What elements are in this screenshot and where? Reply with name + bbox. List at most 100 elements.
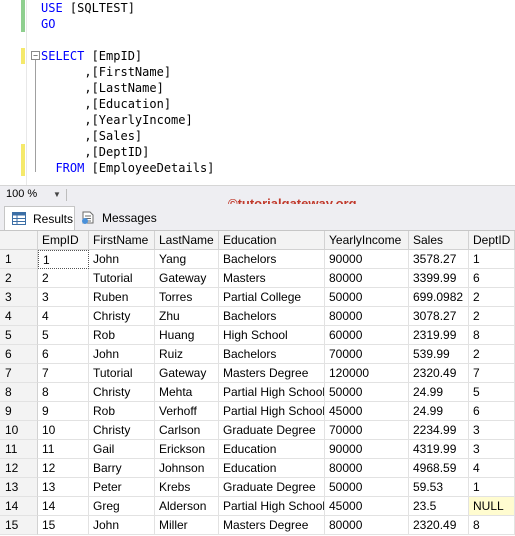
grid-cell[interactable]: 4 <box>469 459 515 478</box>
grid-cell[interactable]: 60000 <box>325 326 409 345</box>
grid-cell[interactable]: John <box>89 345 155 364</box>
column-header-sales[interactable]: Sales <box>409 231 469 250</box>
grid-cell[interactable]: 2 <box>469 288 515 307</box>
grid-corner[interactable] <box>0 231 38 250</box>
grid-cell[interactable]: Gateway <box>155 269 219 288</box>
grid-cell[interactable]: 15 <box>38 516 89 535</box>
code-line[interactable]: FROM [EmployeeDetails] <box>41 160 214 176</box>
row-number[interactable]: 9 <box>0 402 38 421</box>
row-number[interactable]: 14 <box>0 497 38 516</box>
grid-cell[interactable]: John <box>89 516 155 535</box>
grid-cell[interactable]: 45000 <box>325 402 409 421</box>
grid-cell[interactable]: 1 <box>469 250 515 269</box>
grid-cell[interactable]: 3 <box>469 440 515 459</box>
row-number[interactable]: 15 <box>0 516 38 535</box>
grid-cell[interactable]: 6 <box>469 402 515 421</box>
grid-cell[interactable]: Gail <box>89 440 155 459</box>
column-header-deptid[interactable]: DeptID <box>469 231 515 250</box>
row-number[interactable]: 5 <box>0 326 38 345</box>
grid-cell[interactable]: 2 <box>469 307 515 326</box>
row-number[interactable]: 6 <box>0 345 38 364</box>
row-number[interactable]: 7 <box>0 364 38 383</box>
grid-cell[interactable]: Masters <box>219 269 325 288</box>
grid-cell[interactable]: High School <box>219 326 325 345</box>
grid-cell[interactable]: 80000 <box>325 516 409 535</box>
tab-results[interactable]: Results <box>4 206 75 231</box>
grid-cell[interactable]: Barry <box>89 459 155 478</box>
grid-cell[interactable]: 8 <box>469 326 515 345</box>
grid-cell[interactable]: Erickson <box>155 440 219 459</box>
grid-cell[interactable]: 7 <box>469 364 515 383</box>
grid-cell[interactable]: Yang <box>155 250 219 269</box>
grid-cell[interactable]: 10 <box>38 421 89 440</box>
grid-cell[interactable]: 50000 <box>325 288 409 307</box>
grid-cell[interactable]: Greg <box>89 497 155 516</box>
grid-cell[interactable]: 80000 <box>325 269 409 288</box>
grid-cell[interactable]: Partial High School <box>219 383 325 402</box>
grid-cell[interactable]: 80000 <box>325 459 409 478</box>
grid-cell[interactable]: 5 <box>469 383 515 402</box>
grid-cell[interactable]: 13 <box>38 478 89 497</box>
grid-cell[interactable]: Bachelors <box>219 345 325 364</box>
code-line[interactable]: GO <box>41 16 55 32</box>
code-line[interactable]: USE [SQLTEST] <box>41 0 135 16</box>
results-grid[interactable]: EmpID FirstName LastName Education YearlyInc… <box>0 230 515 536</box>
grid-cell[interactable]: Peter <box>89 478 155 497</box>
grid-cell[interactable]: Carlson <box>155 421 219 440</box>
grid-cell[interactable]: 2 <box>38 269 89 288</box>
grid-cell[interactable]: 24.99 <box>409 402 469 421</box>
row-number[interactable]: 12 <box>0 459 38 478</box>
row-number[interactable]: 11 <box>0 440 38 459</box>
grid-cell[interactable]: 5 <box>38 326 89 345</box>
grid-cell[interactable]: 4 <box>38 307 89 326</box>
grid-cell[interactable]: Miller <box>155 516 219 535</box>
grid-cell[interactable]: 2320.49 <box>409 516 469 535</box>
grid-cell[interactable]: 3 <box>469 421 515 440</box>
grid-cell[interactable]: 23.5 <box>409 497 469 516</box>
grid-cell[interactable]: Rob <box>89 402 155 421</box>
grid-cell[interactable]: Rob <box>89 326 155 345</box>
zoom-dropdown-chevron-icon[interactable]: ▼ <box>50 187 64 202</box>
grid-cell[interactable]: 70000 <box>325 345 409 364</box>
grid-cell[interactable]: 6 <box>469 269 515 288</box>
code-line[interactable]: ,[FirstName] <box>41 64 171 80</box>
row-number[interactable]: 8 <box>0 383 38 402</box>
code-line[interactable]: SELECT [EmpID] <box>41 48 142 64</box>
code-line[interactable]: ,[DeptID] <box>41 144 149 160</box>
grid-cell[interactable]: 50000 <box>325 383 409 402</box>
grid-cell[interactable]: Partial College <box>219 288 325 307</box>
grid-cell[interactable]: 12 <box>38 459 89 478</box>
grid-cell[interactable]: 2319.99 <box>409 326 469 345</box>
grid-cell[interactable]: Education <box>219 459 325 478</box>
grid-cell[interactable]: 9 <box>38 402 89 421</box>
grid-cell[interactable]: Mehta <box>155 383 219 402</box>
grid-cell[interactable]: 11 <box>38 440 89 459</box>
row-number[interactable]: 2 <box>0 269 38 288</box>
grid-cell[interactable]: Masters Degree <box>219 364 325 383</box>
grid-cell[interactable]: 8 <box>469 516 515 535</box>
query-editor[interactable]: − USE [SQLTEST] GO SELECT [EmpID] ,[FirstN… <box>0 0 515 185</box>
grid-cell[interactable]: Tutorial <box>89 364 155 383</box>
grid-cell[interactable]: Partial High School <box>219 497 325 516</box>
grid-cell[interactable]: 3399.99 <box>409 269 469 288</box>
grid-cell[interactable]: 699.0982 <box>409 288 469 307</box>
grid-cell[interactable]: 3 <box>38 288 89 307</box>
grid-cell[interactable]: Masters Degree <box>219 516 325 535</box>
row-number[interactable]: 3 <box>0 288 38 307</box>
code-line[interactable]: ,[LastName] <box>41 80 163 96</box>
grid-cell[interactable]: Graduate Degree <box>219 478 325 497</box>
grid-cell[interactable]: Christy <box>89 383 155 402</box>
grid-cell[interactable]: 3078.27 <box>409 307 469 326</box>
grid-cell[interactable]: Krebs <box>155 478 219 497</box>
grid-cell[interactable]: Education <box>219 440 325 459</box>
grid-cell[interactable]: 2234.99 <box>409 421 469 440</box>
zoom-level[interactable]: 100 % <box>6 188 37 200</box>
grid-cell[interactable]: Christy <box>89 421 155 440</box>
collapse-toggle-icon[interactable]: − <box>31 51 40 60</box>
grid-cell[interactable]: Zhu <box>155 307 219 326</box>
column-header-lastname[interactable]: LastName <box>155 231 219 250</box>
tab-messages[interactable]: Messages <box>78 206 157 230</box>
grid-cell[interactable]: Graduate Degree <box>219 421 325 440</box>
column-header-yearlyincome[interactable]: YearlyIncome <box>325 231 409 250</box>
grid-cell[interactable]: Ruben <box>89 288 155 307</box>
